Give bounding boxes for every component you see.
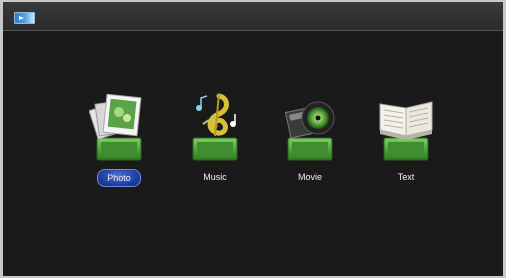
music-icon — [192, 93, 238, 161]
text-icon — [379, 101, 433, 161]
menu-item-label: Music — [203, 172, 227, 182]
media-player-screen: Photo Music Movie Text — [3, 2, 503, 276]
menu-item-photo[interactable]: Photo — [79, 88, 159, 188]
movie-icon — [284, 101, 335, 161]
menu-item-music[interactable]: Music — [175, 88, 255, 188]
menu-item-text[interactable]: Text — [366, 88, 446, 188]
menu-item-label: Text — [397, 172, 415, 182]
menu-item-label: Photo — [97, 169, 141, 187]
menu-item-label: Movie — [297, 172, 322, 182]
menu-item-movie[interactable]: Movie — [270, 88, 350, 188]
photo-icon — [89, 93, 142, 161]
media-menu: Photo Music Movie Text — [3, 2, 503, 276]
